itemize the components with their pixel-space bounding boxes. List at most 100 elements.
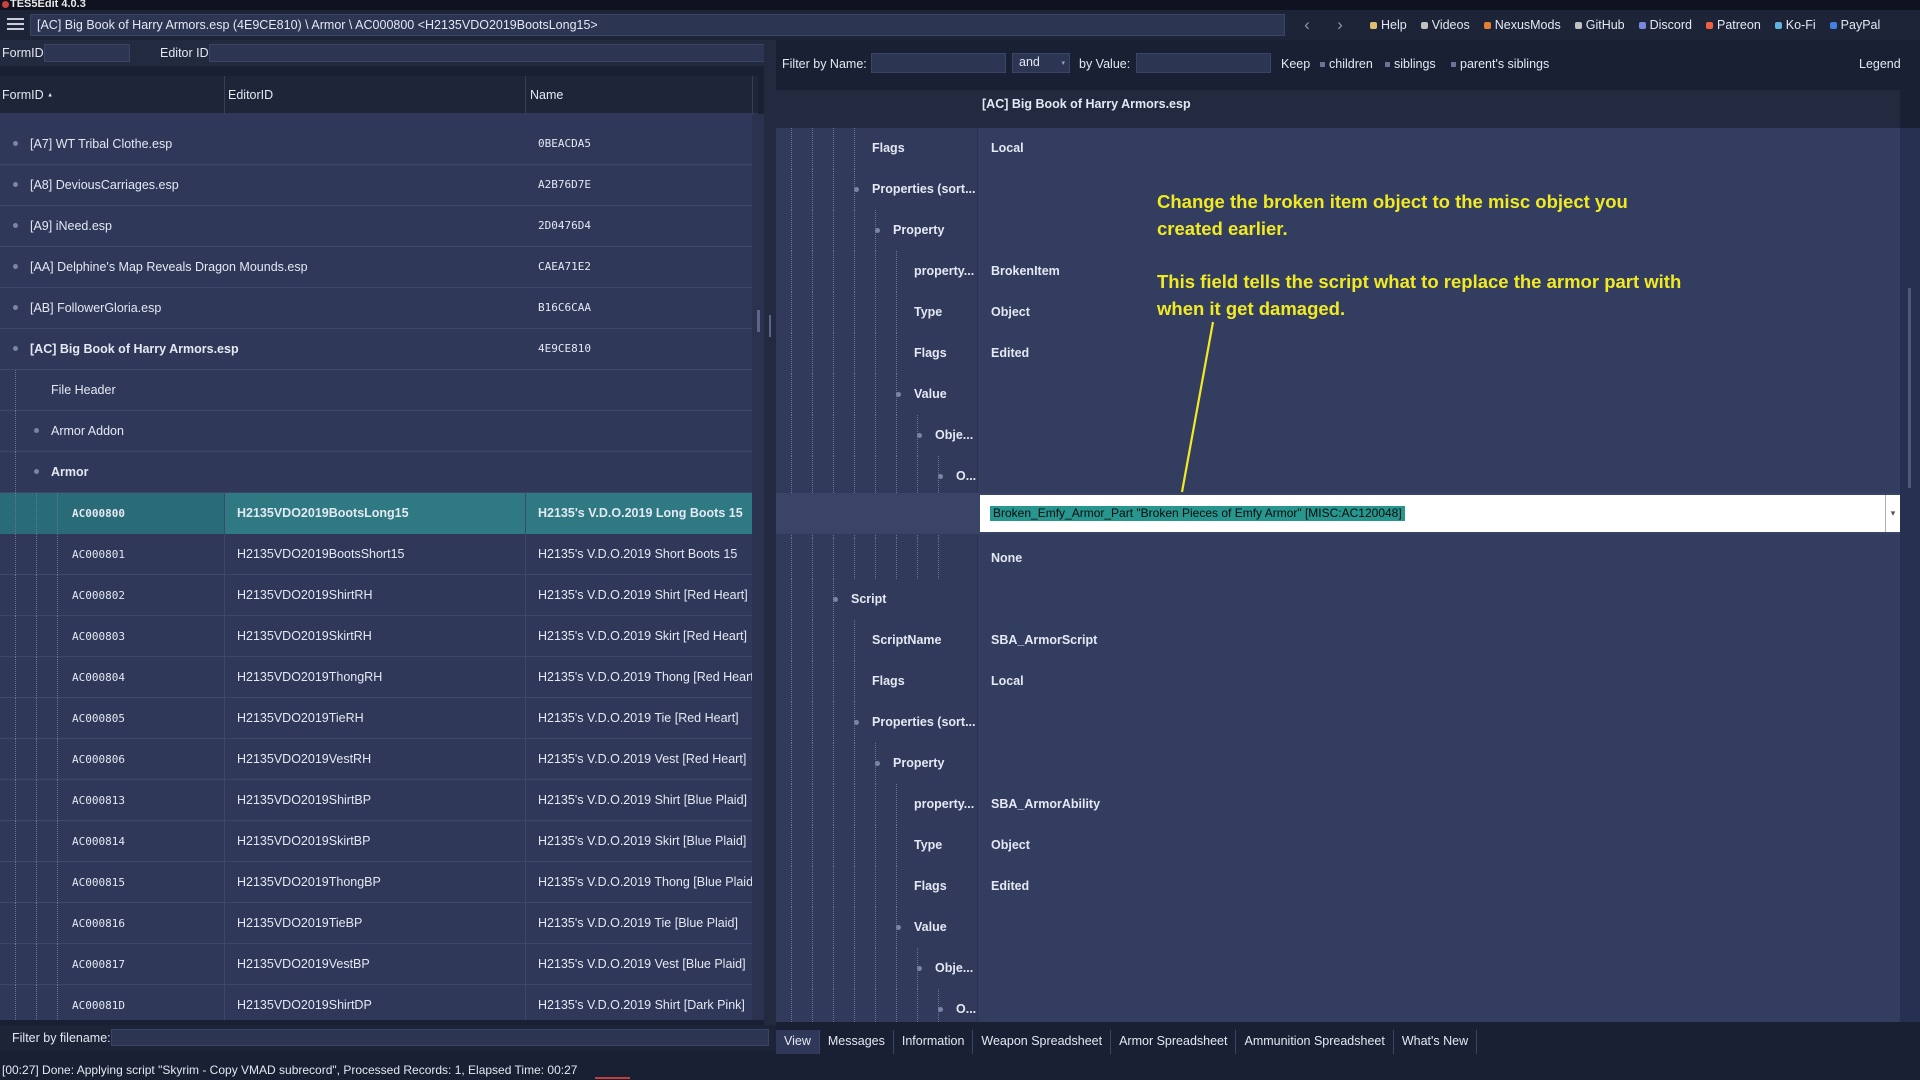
right-scrollbar[interactable] bbox=[1900, 128, 1920, 1022]
record-field-row[interactable]: Value bbox=[776, 907, 1900, 948]
forward-button[interactable]: › bbox=[1328, 15, 1352, 35]
tree-plugin-row[interactable]: [A9] iNeed.esp 2D0476D4 bbox=[0, 206, 752, 247]
record-field-row[interactable]: Properties (sort... bbox=[776, 702, 1900, 743]
tab-information[interactable]: Information bbox=[894, 1030, 974, 1054]
chevron-down-icon[interactable]: ▾ bbox=[1885, 495, 1900, 532]
tree-record-row[interactable]: AC000813 H2135VDO2019ShirtBP H2135's V.D.O… bbox=[0, 780, 752, 821]
expand-icon[interactable] bbox=[917, 433, 922, 438]
record-field-row[interactable]: property... SBA_ArmorAbility bbox=[776, 784, 1900, 825]
formid-filter-input[interactable] bbox=[44, 44, 130, 62]
editorid-filter-input[interactable] bbox=[209, 44, 768, 62]
expand-icon[interactable] bbox=[34, 469, 39, 474]
menu-icon[interactable] bbox=[7, 18, 24, 32]
expand-icon[interactable] bbox=[875, 761, 880, 766]
tree-plugin-row[interactable]: [AA] Delphine's Map Reveals Dragon Mound… bbox=[0, 247, 752, 288]
expand-icon[interactable] bbox=[13, 264, 18, 269]
keep-children-checkbox[interactable]: children bbox=[1320, 57, 1373, 71]
expand-icon[interactable] bbox=[13, 141, 18, 146]
tree-plugin-row[interactable]: [AB] FollowerGloria.esp B16C6CAA bbox=[0, 288, 752, 329]
expand-icon[interactable] bbox=[896, 392, 901, 397]
link-paypal[interactable]: PayPal bbox=[1829, 18, 1881, 32]
expand-icon[interactable] bbox=[13, 305, 18, 310]
expand-icon[interactable] bbox=[13, 223, 18, 228]
link-label: PayPal bbox=[1840, 18, 1881, 32]
record-field-row[interactable]: Flags Local bbox=[776, 661, 1900, 702]
back-button[interactable]: ‹ bbox=[1295, 15, 1319, 35]
left-scrollbar[interactable] bbox=[752, 114, 764, 1020]
tree-group-row[interactable]: File Header bbox=[0, 370, 752, 411]
record-field-row[interactable]: Type Object bbox=[776, 825, 1900, 866]
and-or-select[interactable]: and ▾ bbox=[1012, 53, 1070, 73]
expand-icon[interactable] bbox=[854, 720, 859, 725]
record-field-row[interactable]: Value bbox=[776, 374, 1900, 415]
record-field-row[interactable]: Obje... bbox=[776, 948, 1900, 989]
tab-armor-spreadsheet[interactable]: Armor Spreadsheet bbox=[1111, 1030, 1237, 1054]
left-scroll-thumb[interactable] bbox=[757, 310, 760, 332]
tab-messages[interactable]: Messages bbox=[820, 1030, 894, 1054]
legend-button[interactable]: Legend bbox=[1859, 57, 1901, 71]
record-field-row[interactable]: Flags Local bbox=[776, 128, 1900, 169]
column-header-editorid[interactable]: EditorID bbox=[228, 88, 273, 102]
record-field-row[interactable]: Script bbox=[776, 579, 1900, 620]
tree-record-row[interactable]: AC000816 H2135VDO2019TieBP H2135's V.D.O.2… bbox=[0, 903, 752, 944]
expand-icon[interactable] bbox=[875, 228, 880, 233]
tree-record-row[interactable]: AC000815 H2135VDO2019ThongBP H2135's V.D.O… bbox=[0, 862, 752, 903]
right-scroll-thumb[interactable] bbox=[1908, 288, 1911, 488]
keep-parents-siblings-checkbox[interactable]: parent's siblings bbox=[1451, 57, 1549, 71]
tab-what-s-new[interactable]: What's New bbox=[1394, 1030, 1478, 1054]
tree-record-row[interactable]: AC000817 H2135VDO2019VestBP H2135's V.D.O.… bbox=[0, 944, 752, 985]
expand-icon[interactable] bbox=[833, 597, 838, 602]
record-field-row[interactable]: O... bbox=[776, 989, 1900, 1022]
link-github[interactable]: GitHub bbox=[1574, 18, 1625, 32]
expand-icon[interactable] bbox=[938, 1007, 943, 1012]
tree-group-row[interactable]: Armor bbox=[0, 452, 752, 493]
tree-record-row[interactable]: AC000802 H2135VDO2019ShirtRH H2135's V.D.O… bbox=[0, 575, 752, 616]
tree-record-row[interactable]: AC000800 H2135VDO2019BootsLong15 H2135's V… bbox=[0, 493, 752, 534]
link-patreon[interactable]: Patreon bbox=[1706, 18, 1761, 32]
record-field-row[interactable]: Obje... bbox=[776, 415, 1900, 456]
expand-icon[interactable] bbox=[34, 428, 39, 433]
tree-record-row[interactable]: AC000806 H2135VDO2019VestRH H2135's V.D.O.… bbox=[0, 739, 752, 780]
link-nexusmods[interactable]: NexusMods bbox=[1483, 18, 1561, 32]
record-path-field[interactable]: [AC] Big Book of Harry Armors.esp (4E9CE… bbox=[30, 14, 1285, 36]
tree-plugin-row[interactable]: [A7] WT Tribal Clothe.esp 0BEACDA5 bbox=[0, 124, 752, 165]
expand-icon[interactable] bbox=[938, 474, 943, 479]
record-field-row[interactable]: ScriptName SBA_ArmorScript bbox=[776, 620, 1900, 661]
tab-view[interactable]: View bbox=[776, 1030, 820, 1054]
kofi-icon bbox=[1774, 21, 1782, 29]
expand-icon[interactable] bbox=[896, 925, 901, 930]
tree-plugin-row[interactable]: [A8] DeviousCarriages.esp A2B76D7E bbox=[0, 165, 752, 206]
tree-record-row[interactable]: AC000803 H2135VDO2019SkirtRH H2135's V.D.O… bbox=[0, 616, 752, 657]
tab-ammunition-spreadsheet[interactable]: Ammunition Spreadsheet bbox=[1236, 1030, 1394, 1054]
link-ko-fi[interactable]: Ko-Fi bbox=[1774, 18, 1816, 32]
keep-siblings-checkbox[interactable]: siblings bbox=[1385, 57, 1436, 71]
record-field-row[interactable]: Flags Edited bbox=[776, 333, 1900, 374]
tree-group-row[interactable]: Armor Addon bbox=[0, 411, 752, 452]
link-help[interactable]: Help bbox=[1370, 18, 1407, 32]
object-reference-combobox[interactable]: Broken_Emfy_Armor_Part "Broken Pieces of… bbox=[980, 495, 1900, 532]
record-field-row[interactable]: O... bbox=[776, 456, 1900, 497]
tree-record-row[interactable]: AC00081D H2135VDO2019ShirtDP H2135's V.D.O… bbox=[0, 985, 752, 1020]
expand-icon[interactable] bbox=[917, 966, 922, 971]
expand-icon[interactable] bbox=[13, 182, 18, 187]
tree-record-row[interactable]: AC000805 H2135VDO2019TieRH H2135's V.D.O.2… bbox=[0, 698, 752, 739]
tree-record-row[interactable]: AC000804 H2135VDO2019ThongRH H2135's V.D.O… bbox=[0, 657, 752, 698]
expand-icon[interactable] bbox=[13, 346, 18, 351]
filter-by-name-input[interactable] bbox=[871, 53, 1006, 73]
column-header-name[interactable]: Name bbox=[530, 88, 563, 102]
filename-filter-input[interactable] bbox=[111, 1029, 769, 1046]
tab-weapon-spreadsheet[interactable]: Weapon Spreadsheet bbox=[973, 1030, 1112, 1054]
link-discord[interactable]: Discord bbox=[1638, 18, 1692, 32]
filter-by-value-input[interactable] bbox=[1136, 53, 1271, 73]
record-field-row[interactable]: None bbox=[776, 538, 1900, 579]
pane-splitter[interactable] bbox=[764, 40, 776, 1040]
expand-icon[interactable] bbox=[854, 187, 859, 192]
tree-record-row[interactable]: AC000801 H2135VDO2019BootsShort15 H2135's … bbox=[0, 534, 752, 575]
record-field-row[interactable]: Property bbox=[776, 743, 1900, 784]
plugin-crc: A2B76D7E bbox=[538, 178, 591, 191]
link-videos[interactable]: Videos bbox=[1420, 18, 1470, 32]
record-field-row[interactable]: Flags Edited bbox=[776, 866, 1900, 907]
tree-plugin-row[interactable]: [AC] Big Book of Harry Armors.esp 4E9CE81… bbox=[0, 329, 752, 370]
tree-record-row[interactable]: AC000814 H2135VDO2019SkirtBP H2135's V.D.O… bbox=[0, 821, 752, 862]
column-header-formid[interactable]: FormID ▲ bbox=[2, 88, 53, 102]
